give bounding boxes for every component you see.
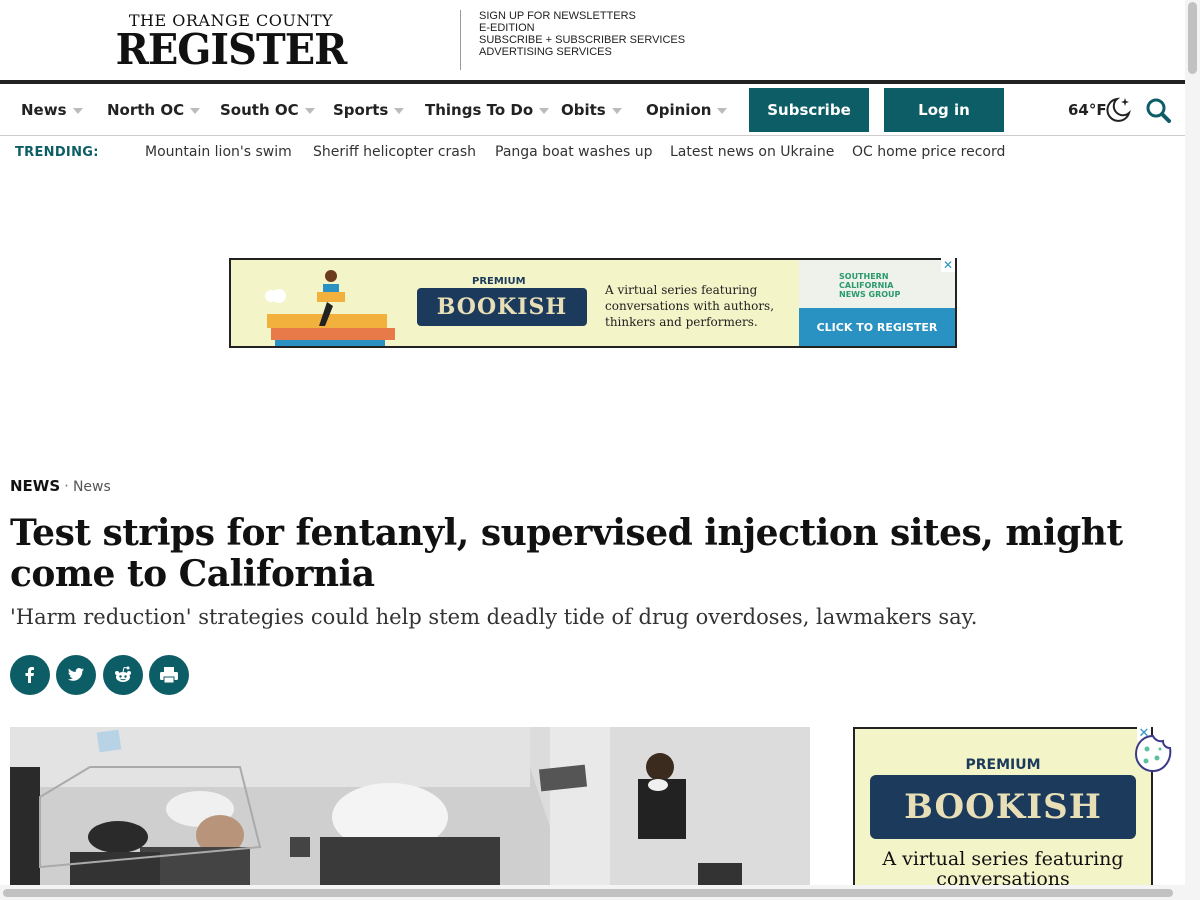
article-lead-photo[interactable] bbox=[10, 727, 810, 887]
trending-link[interactable]: Panga boat washes up bbox=[495, 144, 652, 160]
horizontal-scroll-thumb[interactable] bbox=[3, 889, 1173, 897]
article-headline: Test strips for fentanyl, supervised inj… bbox=[10, 512, 1123, 595]
nav-item-opinion[interactable]: Opinion bbox=[646, 101, 728, 119]
lead-photo-image bbox=[10, 727, 810, 887]
section-link[interactable]: NEWS bbox=[10, 477, 60, 495]
caret-down-icon bbox=[611, 107, 622, 114]
nav-item-things-to-do[interactable]: Things To Do bbox=[425, 101, 550, 119]
caret-down-icon bbox=[304, 107, 315, 114]
masthead: THE ORANGE COUNTY REGISTER SIGN UP FOR N… bbox=[0, 0, 1185, 80]
share-twitter-button[interactable] bbox=[56, 655, 96, 695]
nav-item-obits[interactable]: Obits bbox=[561, 101, 622, 119]
trending-link[interactable]: Mountain lion's swim bbox=[145, 144, 292, 160]
trending-link[interactable]: Sheriff helicopter crash bbox=[313, 144, 476, 160]
newsletter-link[interactable]: SIGN UP FOR NEWSLETTERS bbox=[479, 10, 685, 22]
trending-bar: TRENDING: Mountain lion's swim Sheriff h… bbox=[0, 136, 1185, 170]
share-reddit-button[interactable] bbox=[103, 655, 143, 695]
facebook-icon bbox=[25, 667, 34, 683]
ad-bookish-title: BOOKISH bbox=[417, 288, 587, 326]
masthead-divider bbox=[460, 10, 461, 70]
article-dek: 'Harm reduction' strategies could help s… bbox=[10, 605, 978, 629]
moon-stars-icon bbox=[1106, 97, 1131, 122]
nav-item-label: News bbox=[21, 101, 67, 119]
trending-link[interactable]: OC home price record bbox=[852, 144, 1005, 160]
nav-item-label: South OC bbox=[220, 101, 299, 119]
banner-ad[interactable]: PREMIUM BOOKISH A virtual series featuri… bbox=[229, 258, 957, 348]
trending-label: TRENDING: bbox=[15, 145, 99, 160]
caret-down-icon bbox=[717, 107, 728, 114]
main-nav: News North OC South OC Sports Things To … bbox=[0, 84, 1185, 136]
caret-down-icon bbox=[539, 107, 550, 114]
reader-illustration bbox=[265, 270, 395, 346]
advertising-link[interactable]: ADVERTISING SERVICES bbox=[479, 46, 685, 58]
caret-down-icon bbox=[72, 107, 83, 114]
cookie-icon[interactable] bbox=[1133, 734, 1173, 774]
temperature: 64°F bbox=[1068, 101, 1107, 119]
subsection-link[interactable]: News bbox=[73, 479, 111, 495]
login-button[interactable]: Log in bbox=[884, 88, 1004, 132]
share-facebook-button[interactable] bbox=[10, 655, 50, 695]
nav-item-south-oc[interactable]: South OC bbox=[220, 101, 315, 119]
breadcrumb: NEWS · News bbox=[10, 477, 111, 495]
ad-description: A virtual series featuring conversations… bbox=[605, 283, 775, 329]
breadcrumb-separator: · bbox=[64, 477, 69, 495]
nav-item-label: Things To Do bbox=[425, 101, 534, 119]
ad-premium-label: PREMIUM bbox=[472, 276, 526, 287]
side-ad-bookish-title: BOOKISH bbox=[870, 775, 1136, 839]
reddit-icon bbox=[115, 666, 131, 682]
vertical-scroll-thumb[interactable] bbox=[1188, 2, 1197, 74]
sidebar-ad[interactable]: PREMIUM BOOKISH A virtual series featuri… bbox=[853, 727, 1153, 889]
vertical-scrollbar[interactable] bbox=[1185, 0, 1200, 900]
ad-close-icon[interactable]: ✕ bbox=[941, 258, 955, 272]
caret-down-icon bbox=[190, 107, 201, 114]
trending-link[interactable]: Latest news on Ukraine bbox=[670, 144, 834, 160]
share-print-button[interactable] bbox=[149, 655, 189, 695]
search-icon[interactable] bbox=[1145, 97, 1171, 123]
side-ad-premium-label: PREMIUM bbox=[965, 757, 1041, 773]
ad-register-button[interactable]: CLICK TO REGISTER bbox=[799, 308, 955, 346]
nav-item-label: Obits bbox=[561, 101, 606, 119]
nav-item-label: Opinion bbox=[646, 101, 712, 119]
print-icon bbox=[160, 667, 178, 684]
e-edition-link[interactable]: E-EDITION bbox=[479, 22, 685, 34]
masthead-links: SIGN UP FOR NEWSLETTERS E-EDITION SUBSCR… bbox=[479, 10, 685, 58]
twitter-icon bbox=[68, 668, 84, 681]
nav-item-north-oc[interactable]: North OC bbox=[107, 101, 201, 119]
ad-sponsor-panel: SOUTHERN CALIFORNIA NEWS GROUP CLICK TO … bbox=[799, 260, 955, 346]
nav-item-news[interactable]: News bbox=[21, 101, 83, 119]
horizontal-scrollbar[interactable] bbox=[0, 885, 1185, 900]
sponsor-logo: SOUTHERN CALIFORNIA NEWS GROUP bbox=[839, 272, 901, 299]
side-ad-description: A virtual series featuring conversations bbox=[882, 848, 1124, 889]
caret-down-icon bbox=[394, 107, 405, 114]
nav-item-label: North OC bbox=[107, 101, 185, 119]
subscriber-services-link[interactable]: SUBSCRIBE + SUBSCRIBER SERVICES bbox=[479, 34, 685, 46]
nav-item-sports[interactable]: Sports bbox=[333, 101, 405, 119]
subscribe-button[interactable]: Subscribe bbox=[749, 88, 869, 132]
nav-item-label: Sports bbox=[333, 101, 389, 119]
logo-main-text: REGISTER bbox=[115, 25, 348, 74]
site-logo[interactable]: THE ORANGE COUNTY REGISTER bbox=[106, 12, 356, 72]
